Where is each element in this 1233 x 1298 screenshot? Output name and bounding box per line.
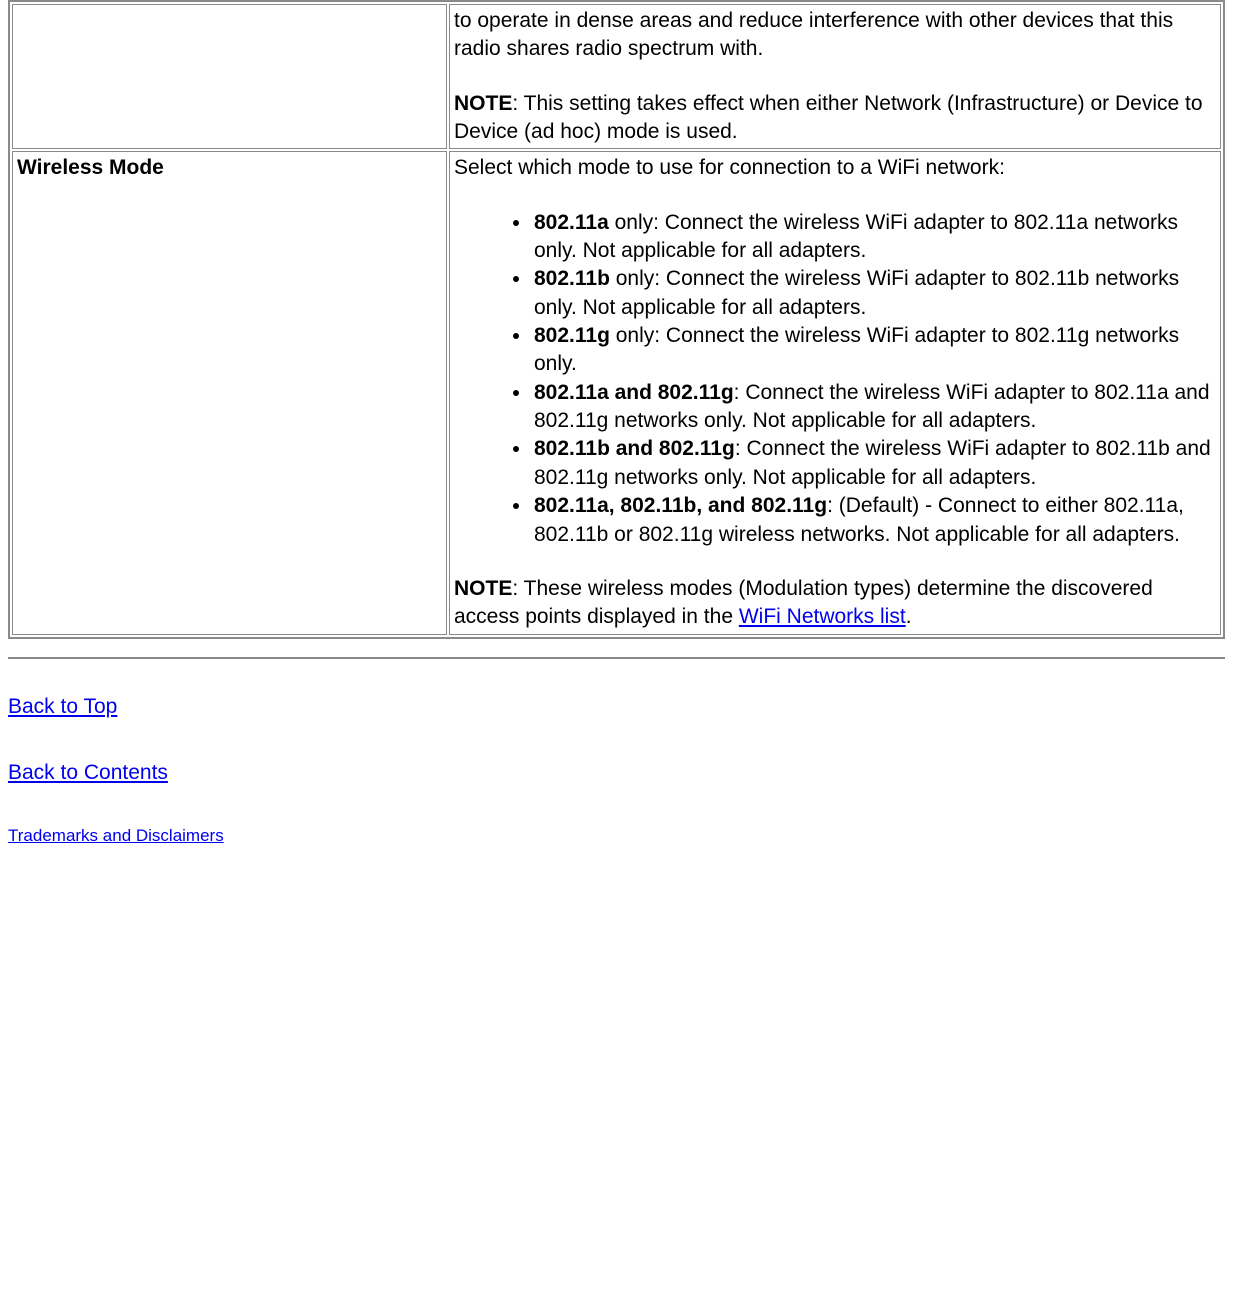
setting-name-cell: Wireless Mode <box>12 151 447 634</box>
list-item: 802.11a, 802.11b, and 802.11g: (Default)… <box>532 492 1216 549</box>
section-divider <box>8 657 1225 659</box>
option-name: 802.11a, 802.11b, and 802.11g <box>534 494 827 517</box>
option-name: 802.11g <box>534 324 610 347</box>
options-list: 802.11a only: Connect the wireless WiFi … <box>454 209 1216 549</box>
setting-desc-cell: to operate in dense areas and reduce int… <box>449 4 1221 149</box>
setting-name-cell <box>12 4 447 149</box>
note-paragraph: NOTE: This setting takes effect when eit… <box>454 90 1216 147</box>
desc-paragraph: to operate in dense areas and reduce int… <box>454 7 1216 64</box>
list-item: 802.11a and 802.11g: Connect the wireles… <box>532 379 1216 436</box>
table-row: to operate in dense areas and reduce int… <box>12 4 1221 149</box>
note-text: : This setting takes effect when either … <box>454 92 1203 143</box>
option-text: only: Connect the wireless WiFi adapter … <box>534 267 1179 318</box>
back-to-top-link[interactable]: Back to Top <box>8 695 117 718</box>
table-row: Wireless Mode Select which mode to use f… <box>12 151 1221 634</box>
option-text: only: Connect the wireless WiFi adapter … <box>534 211 1178 262</box>
note-text-post: . <box>906 605 912 628</box>
note-paragraph: NOTE: These wireless modes (Modulation t… <box>454 575 1216 632</box>
document-page: to operate in dense areas and reduce int… <box>0 0 1233 906</box>
wifi-networks-list-link[interactable]: WiFi Networks list <box>739 605 906 628</box>
option-name: 802.11a and 802.11g <box>534 381 734 404</box>
list-item: 802.11b and 802.11g: Connect the wireles… <box>532 435 1216 492</box>
note-label: NOTE <box>454 92 512 115</box>
list-item: 802.11a only: Connect the wireless WiFi … <box>532 209 1216 266</box>
setting-desc-cell: Select which mode to use for connection … <box>449 151 1221 634</box>
footer-links: Back to Top Back to Contents Trademarks … <box>8 693 1225 849</box>
trademarks-link[interactable]: Trademarks and Disclaimers <box>8 826 224 845</box>
note-label: NOTE <box>454 577 512 600</box>
option-text: only: Connect the wireless WiFi adapter … <box>534 324 1179 375</box>
list-item: 802.11b only: Connect the wireless WiFi … <box>532 265 1216 322</box>
option-name: 802.11a <box>534 211 609 234</box>
settings-table: to operate in dense areas and reduce int… <box>8 0 1225 639</box>
back-to-contents-link[interactable]: Back to Contents <box>8 761 168 784</box>
list-item: 802.11g only: Connect the wireless WiFi … <box>532 322 1216 379</box>
desc-intro: Select which mode to use for connection … <box>454 154 1216 182</box>
option-name: 802.11b <box>534 267 610 290</box>
option-name: 802.11b and 802.11g <box>534 437 735 460</box>
